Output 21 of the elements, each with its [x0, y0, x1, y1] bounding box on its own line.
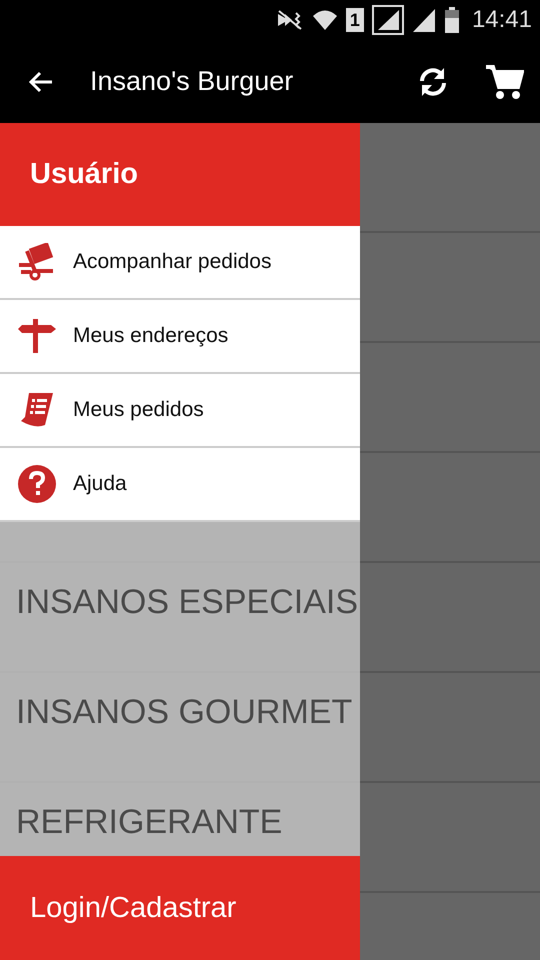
signal-icon — [372, 5, 404, 35]
mute-icon — [276, 9, 304, 31]
app-title: Insano's Burguer — [90, 66, 294, 97]
signpost-icon — [17, 317, 57, 355]
menu-item[interactable]: Meus pedidos — [0, 374, 360, 448]
menu-item[interactable]: Ajuda — [0, 448, 360, 522]
clock: 14:41 — [472, 6, 532, 34]
wifi-icon — [312, 8, 338, 32]
cart-icon[interactable] — [484, 62, 524, 100]
signal-icon — [412, 7, 436, 33]
login-button[interactable]: Login/Cadastrar — [0, 856, 360, 960]
menu-item[interactable]: Meus endereços — [0, 300, 360, 374]
category-label[interactable]: REFRIGERANTE — [16, 804, 282, 840]
back-arrow-icon[interactable] — [28, 70, 54, 92]
category-label[interactable]: INSANOS GOURMET — [16, 694, 352, 730]
sim-indicator: 1 — [346, 8, 364, 32]
user-heading: Usuário — [30, 158, 138, 191]
menu-item[interactable]: Acompanhar pedidos — [0, 226, 360, 300]
help-icon — [17, 465, 57, 503]
category-label[interactable]: INSANOS ESPECIAIS — [16, 584, 358, 620]
battery-icon — [444, 7, 460, 33]
